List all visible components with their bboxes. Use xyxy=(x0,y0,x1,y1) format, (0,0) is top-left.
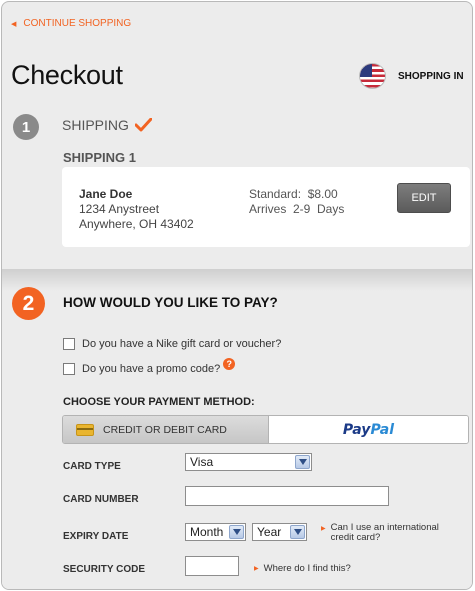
gift-card-option[interactable]: Do you have a Nike gift card or voucher? xyxy=(63,338,281,350)
page-title: Checkout xyxy=(11,60,123,90)
arrow-right-icon: ▶ xyxy=(321,526,326,532)
promo-code-option[interactable]: Do you have a promo code? ? xyxy=(63,358,236,375)
arrow-right-icon: ▶ xyxy=(254,566,259,572)
address-street: 1234 Anystreet xyxy=(79,202,160,216)
shipping-address: Jane Doe 1234 Anystreet Anywhere, OH 434… xyxy=(79,187,194,232)
expiry-date-label: EXPIRY DATE xyxy=(63,531,129,542)
recipient-name: Jane Doe xyxy=(79,187,133,201)
payment-section: 2 HOW WOULD YOU LIKE TO PAY? Do you have… xyxy=(2,269,472,589)
chevron-down-icon xyxy=(229,525,244,539)
shipping-step-label: SHIPPING xyxy=(62,117,129,133)
card-type-select[interactable]: Visa xyxy=(185,453,312,471)
international-card-help-link[interactable]: ▶ Can I use an international credit card… xyxy=(321,523,469,543)
security-code-help-link[interactable]: ▶ Where do I find this? xyxy=(254,563,351,574)
promo-code-checkbox[interactable] xyxy=(63,363,75,375)
help-icon[interactable]: ? xyxy=(223,358,236,370)
edit-shipping-button[interactable]: EDIT xyxy=(397,183,451,213)
us-flag-icon xyxy=(359,63,386,89)
card-number-input[interactable] xyxy=(185,486,389,506)
continue-shopping-link[interactable]: ◀ CONTINUE SHOPPING xyxy=(11,18,131,29)
expiry-year-value: Year xyxy=(257,525,282,539)
continue-shopping-label: CONTINUE SHOPPING xyxy=(23,18,132,29)
promo-code-label: Do you have a promo code? xyxy=(82,363,221,375)
chevron-left-icon: ◀ xyxy=(11,20,17,28)
security-hint-label: Where do I find this? xyxy=(263,563,351,574)
address-city: Anywhere, OH 43402 xyxy=(79,217,194,231)
expiry-month-select[interactable]: Month xyxy=(185,523,246,541)
step-1-badge: 1 xyxy=(13,114,39,140)
shipping-method: Standard: $8.00 Arrives 2-9 Days xyxy=(249,187,344,217)
tab-credit-card[interactable]: CREDIT OR DEBIT CARD xyxy=(63,416,269,443)
card-type-label: CARD TYPE xyxy=(63,461,121,472)
credit-card-tab-label: CREDIT OR DEBIT CARD xyxy=(103,423,227,436)
chevron-down-icon xyxy=(290,525,305,539)
arrival-estimate: Arrives 2-9 Days xyxy=(249,202,345,216)
shipping-cost: Standard: $8.00 xyxy=(249,187,338,201)
payment-heading: HOW WOULD YOU LIKE TO PAY? xyxy=(63,295,278,310)
shipping-step-title: SHIPPING xyxy=(62,117,152,133)
security-code-label: SECURITY CODE xyxy=(63,564,146,575)
card-number-label: CARD NUMBER xyxy=(63,494,139,505)
expiry-year-select[interactable]: Year xyxy=(252,523,307,541)
card-type-value: Visa xyxy=(190,455,214,469)
gift-card-checkbox[interactable] xyxy=(63,338,75,350)
shipping-summary-card: Jane Doe 1234 Anystreet Anywhere, OH 434… xyxy=(62,167,470,247)
shipping-subheading: SHIPPING 1 xyxy=(63,150,136,165)
payment-method-heading: CHOOSE YOUR PAYMENT METHOD: xyxy=(63,396,255,408)
payment-method-tabs: CREDIT OR DEBIT CARD PayPal xyxy=(62,415,469,444)
security-code-input[interactable] xyxy=(185,556,239,576)
international-hint-line2: credit card? xyxy=(330,532,381,543)
checkmark-icon xyxy=(134,118,152,132)
tab-paypal[interactable]: PayPal xyxy=(269,416,468,443)
step-2-badge: 2 xyxy=(12,287,45,320)
shopping-in-selector[interactable]: SHOPPING IN xyxy=(359,63,464,89)
shopping-in-label: SHOPPING IN xyxy=(398,70,464,82)
gift-card-label: Do you have a Nike gift card or voucher? xyxy=(82,338,282,350)
credit-card-icon xyxy=(76,423,94,436)
checkout-panel: ◀ CONTINUE SHOPPING Checkout SHOPPING IN… xyxy=(1,1,473,590)
expiry-month-value: Month xyxy=(190,525,224,539)
paypal-logo: PayPal xyxy=(342,421,395,438)
chevron-down-icon xyxy=(295,455,310,469)
